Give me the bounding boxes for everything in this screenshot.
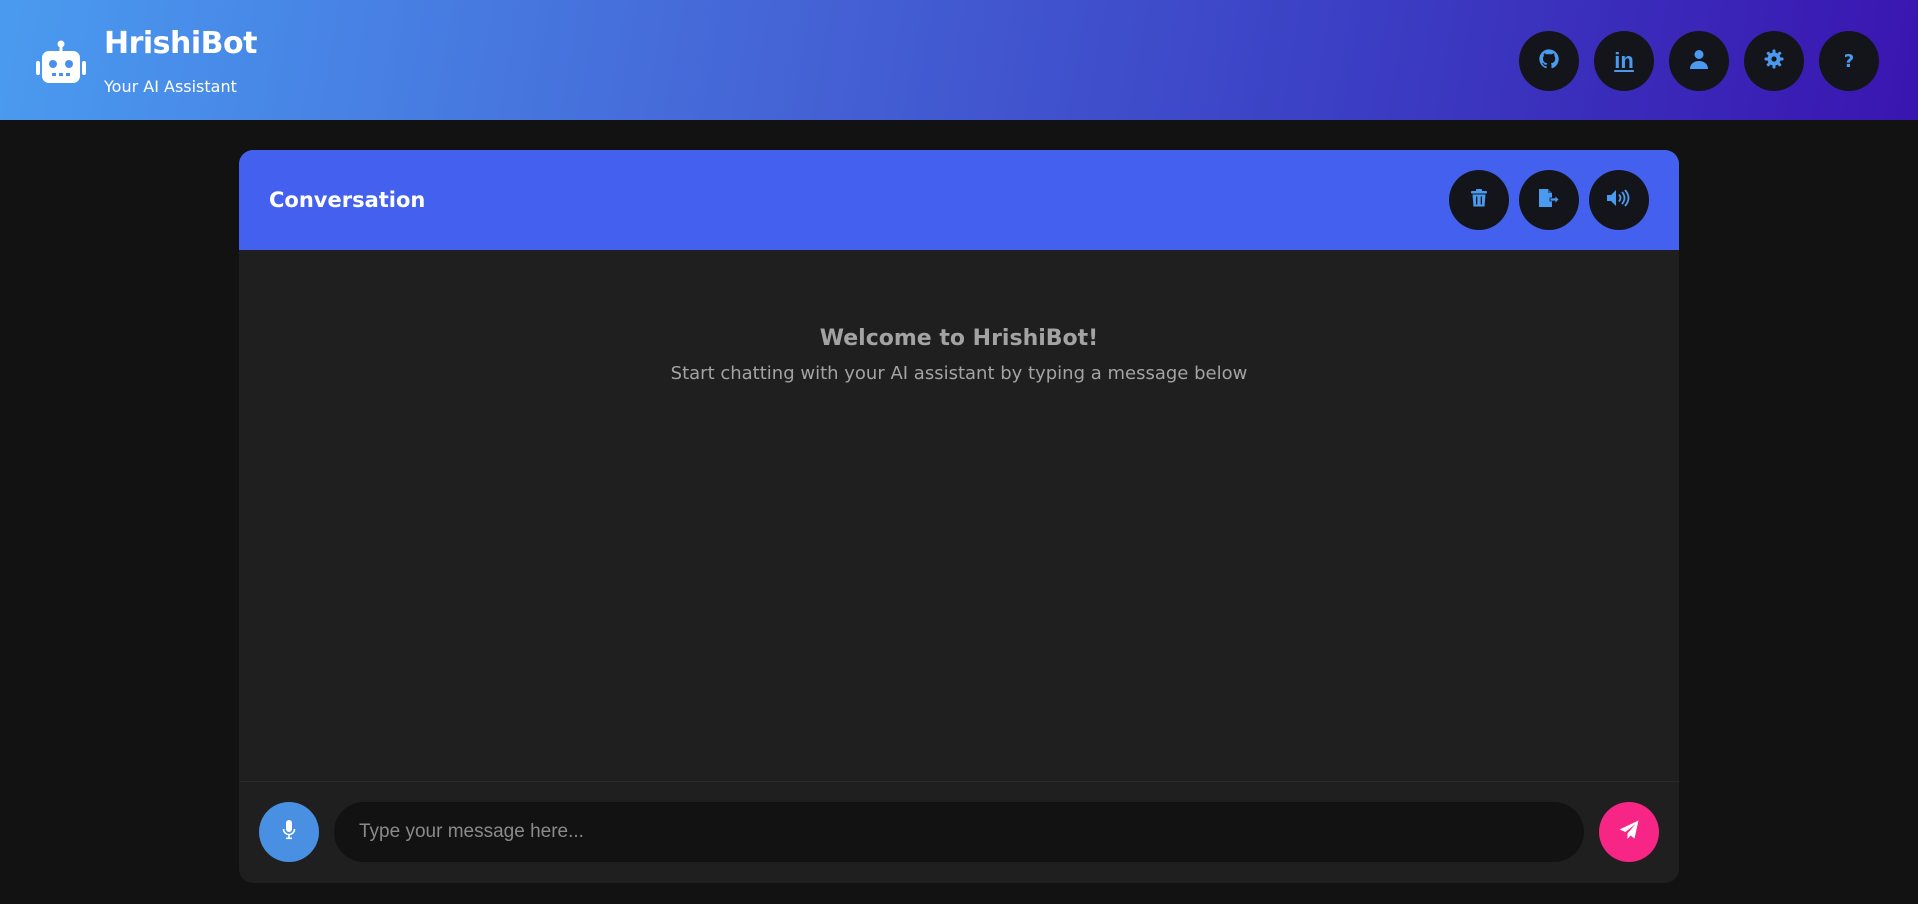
user-icon (1689, 49, 1709, 73)
clear-chat-button[interactable] (1449, 170, 1509, 230)
welcome-title: Welcome to HrishiBot! (819, 326, 1099, 351)
gear-icon (1764, 49, 1784, 73)
settings-button[interactable] (1744, 31, 1804, 91)
github-button[interactable] (1519, 31, 1579, 91)
profile-button[interactable] (1669, 31, 1729, 91)
speaker-toggle-button[interactable] (1589, 170, 1649, 230)
send-button[interactable] (1599, 802, 1659, 862)
welcome-message: Welcome to HrishiBot! Start chatting wit… (239, 326, 1679, 384)
welcome-text: Start chatting with your AI assistant by… (670, 363, 1248, 384)
top-header: HrishiBot Your AI Assistant in ? (0, 0, 1918, 120)
microphone-icon (282, 820, 296, 844)
speaker-icon (1607, 189, 1631, 211)
export-chat-button[interactable] (1519, 170, 1579, 230)
export-file-icon (1539, 189, 1560, 211)
trash-icon (1471, 189, 1487, 211)
help-button[interactable]: ? (1819, 31, 1879, 91)
app-title: HrishiBot (104, 26, 258, 61)
linkedin-icon: in (1614, 48, 1634, 73)
chat-header: Conversation (239, 150, 1679, 250)
help-icon: ? (1843, 50, 1855, 72)
message-input-bar (239, 781, 1679, 883)
send-icon (1619, 820, 1639, 844)
message-input[interactable] (334, 802, 1584, 862)
chat-panel: Conversation Welcome to HrishiBot! Start… (239, 150, 1679, 883)
robot-icon (36, 40, 86, 86)
app-subtitle: Your AI Assistant (104, 77, 237, 96)
voice-input-button[interactable] (259, 802, 319, 862)
chat-title: Conversation (269, 188, 426, 212)
github-icon (1538, 48, 1560, 74)
linkedin-button[interactable]: in (1594, 31, 1654, 91)
